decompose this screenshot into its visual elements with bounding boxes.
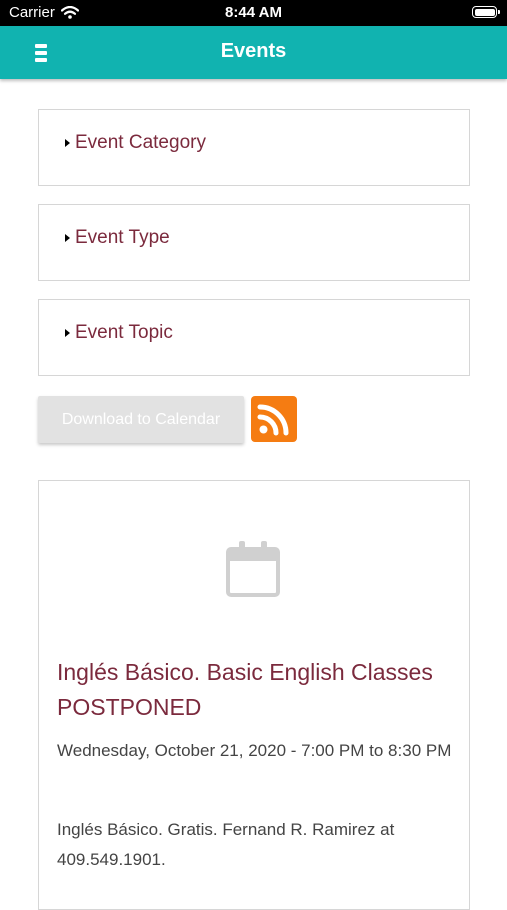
page-title: Events <box>220 40 287 62</box>
status-bar: Carrier 8:44 AM <box>0 0 507 26</box>
calendar-icon <box>226 541 280 597</box>
filter-label: Event Topic <box>75 322 173 343</box>
caret-right-icon <box>65 234 70 242</box>
caret-right-icon <box>65 139 70 147</box>
filter-toggle[interactable]: Event Category <box>65 132 206 154</box>
event-description: Inglés Básico. Gratis. Fernand R. Ramire… <box>57 820 395 869</box>
filter-label: Event Type <box>75 227 170 248</box>
filter-event-topic[interactable]: Event Topic <box>38 299 470 376</box>
caret-right-icon <box>65 329 70 337</box>
filter-event-type[interactable]: Event Type <box>38 204 470 281</box>
download-to-calendar-button[interactable]: Download to Calendar <box>38 396 244 443</box>
filter-toggle[interactable]: Event Type <box>65 227 170 249</box>
event-card: Inglés Básico. Basic English Classes POS… <box>38 480 470 910</box>
filter-toggle[interactable]: Event Topic <box>65 322 173 344</box>
app-header: Events <box>0 26 507 79</box>
battery-icon <box>472 6 500 18</box>
filter-event-category[interactable]: Event Category <box>38 109 470 186</box>
rss-feed-icon <box>257 404 289 436</box>
rss-feed-button[interactable] <box>251 396 297 442</box>
filter-label: Event Category <box>75 132 206 153</box>
clock: 8:44 AM <box>225 4 282 21</box>
event-date: Wednesday, October 21, 2020 - 7:00 PM to… <box>57 741 452 760</box>
event-title-link[interactable]: Inglés Básico. Basic English Classes POS… <box>57 655 453 725</box>
